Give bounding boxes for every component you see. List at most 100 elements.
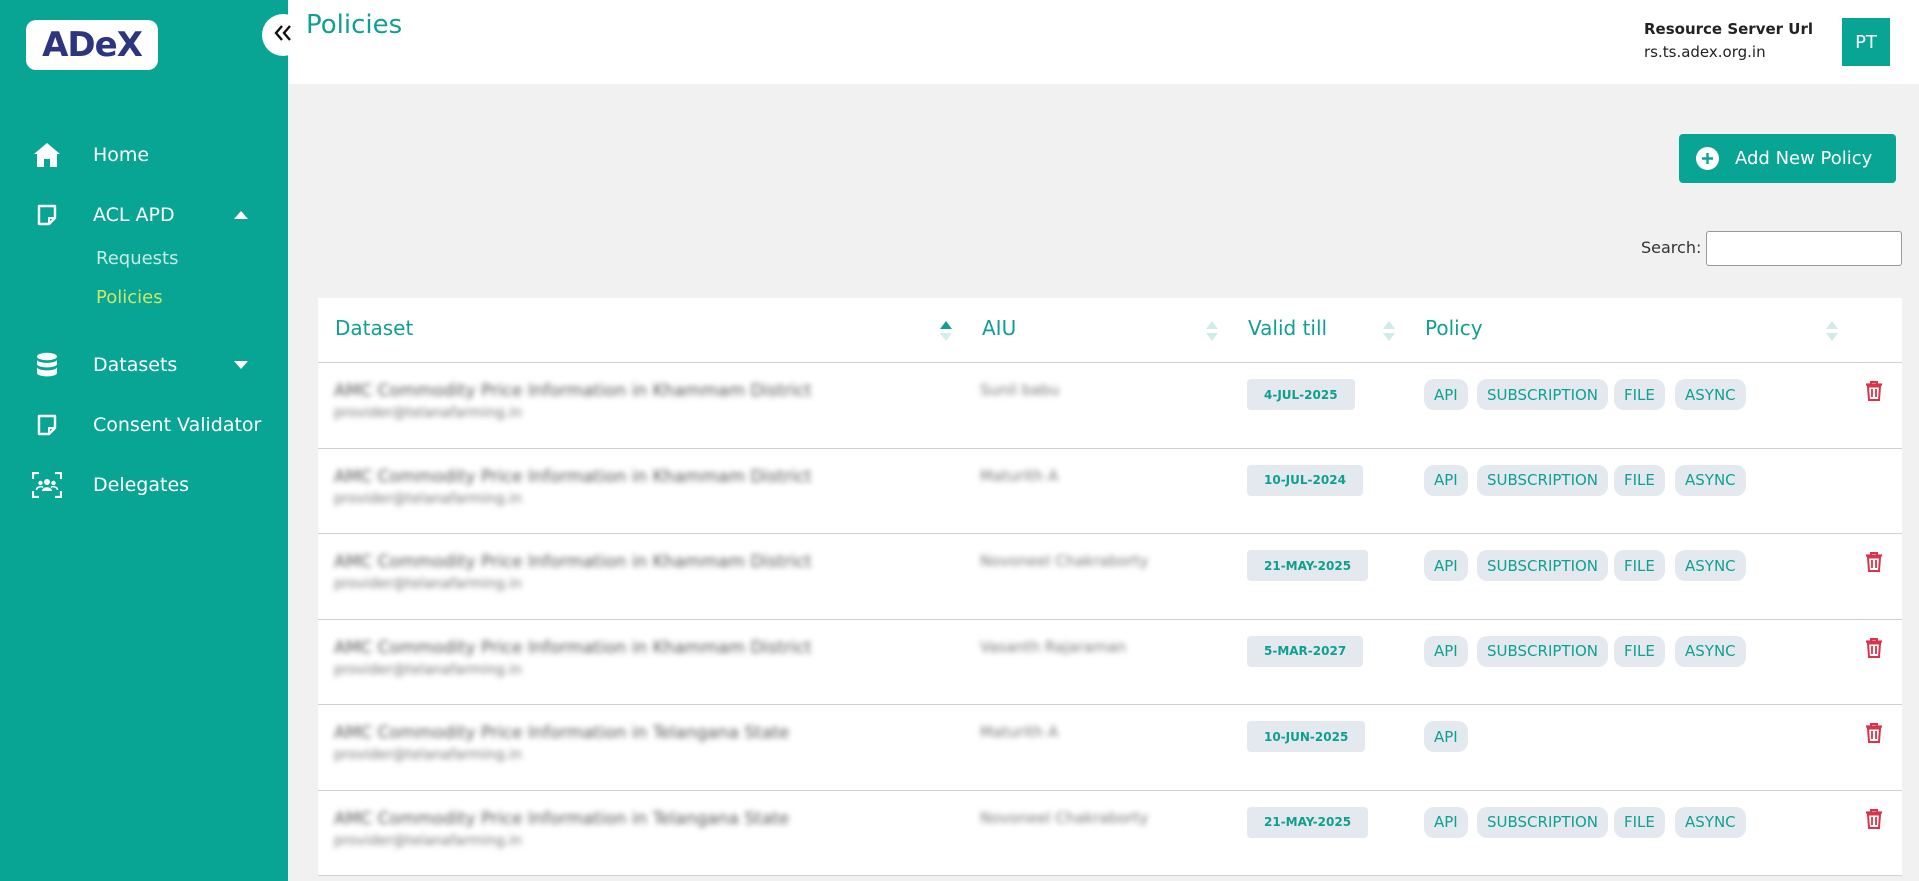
sidebar-item-home[interactable]: Home <box>0 135 288 175</box>
sort-asc-icon[interactable] <box>939 320 953 342</box>
page-title: Policies <box>306 10 403 40</box>
policy-badge: ASYNC <box>1675 550 1746 581</box>
sidebar-item-label: ACL APD <box>93 204 175 226</box>
valid-till-badge: 5-MAR-2027 <box>1247 635 1364 667</box>
plus-circle-icon <box>1696 147 1719 170</box>
note-icon <box>32 410 62 440</box>
dataset-name: AMC Commodity Price Information in Khamm… <box>334 381 812 401</box>
dataset-provider: provider@telanafarming.in <box>334 832 522 849</box>
trash-icon[interactable] <box>1865 723 1883 743</box>
search-label: Search: <box>1641 238 1702 257</box>
policy-badge: SUBSCRIPTION <box>1477 379 1609 410</box>
avatar[interactable]: PT <box>1842 18 1890 66</box>
aiu-name: Novoneel Chakraborty <box>980 552 1149 570</box>
sidebar-item-label: Consent Validator <box>93 414 262 436</box>
chevron-down-icon[interactable] <box>230 354 252 376</box>
policy-badge: ASYNC <box>1675 379 1746 410</box>
policy-badge: ASYNC <box>1675 635 1746 667</box>
dataset-name: AMC Commodity Price Information in Khamm… <box>334 466 812 487</box>
column-header-dataset[interactable]: Dataset <box>335 316 413 340</box>
sidebar-item-acl-apd[interactable]: ACL APD <box>0 195 288 235</box>
trash-icon[interactable] <box>1865 808 1883 829</box>
dataset-name: AMC Commodity Price Information in Telan… <box>334 723 790 743</box>
chevron-up-icon[interactable] <box>230 204 252 226</box>
column-header-aiu[interactable]: AIU <box>982 316 1016 340</box>
trash-icon[interactable] <box>1865 381 1883 401</box>
dataset-provider: provider@telanafarming.in <box>334 405 522 421</box>
table-row[interactable]: AMC Commodity Price Information in Khamm… <box>318 620 1902 705</box>
table-row[interactable]: AMC Commodity Price Information in Khamm… <box>318 363 1902 449</box>
trash-icon[interactable] <box>1865 552 1883 572</box>
sort-icon[interactable] <box>1205 320 1219 342</box>
policy-badge: FILE <box>1614 635 1665 667</box>
resource-server-url: rs.ts.adex.org.in <box>1644 43 1766 61</box>
note-icon <box>32 200 62 230</box>
policies-table: Dataset AIU Valid till Policy AMC Commod… <box>318 298 1902 876</box>
dataset-name: AMC Commodity Price Information in Telan… <box>334 808 790 829</box>
aiu-name: Maturith A <box>980 466 1059 485</box>
table-row[interactable]: AMC Commodity Price Information in Telan… <box>318 791 1902 876</box>
sidebar-subitem-policies[interactable]: Policies <box>96 287 163 308</box>
home-icon <box>32 140 62 170</box>
policy-badge: SUBSCRIPTION <box>1477 635 1609 667</box>
policy-badge: API <box>1424 464 1468 496</box>
sidebar-item-label: Home <box>93 144 150 166</box>
top-bar: Policies Resource Server Url rs.ts.adex.… <box>288 0 1919 84</box>
policy-badge: SUBSCRIPTION <box>1477 550 1609 581</box>
valid-till-badge: 10-JUL-2024 <box>1247 464 1363 496</box>
database-icon <box>32 350 62 380</box>
sidebar-item-label: Delegates <box>93 474 190 496</box>
valid-till-badge: 21-MAY-2025 <box>1247 806 1369 838</box>
valid-till-badge: 10-JUN-2025 <box>1247 721 1366 752</box>
sidebar: ADeX Home ACL APD Requests Policies Data… <box>0 0 288 881</box>
trash-icon[interactable] <box>1865 637 1883 658</box>
logo-text: ADeX <box>42 25 143 65</box>
policy-badge: FILE <box>1614 464 1665 496</box>
policy-badge: ASYNC <box>1675 806 1746 838</box>
aiu-name: Sunil babu <box>980 381 1060 399</box>
policy-badge: API <box>1424 550 1468 581</box>
column-header-valid-till[interactable]: Valid till <box>1248 316 1327 340</box>
table-header: Dataset AIU Valid till Policy <box>318 298 1902 363</box>
aiu-name: Novoneel Chakraborty <box>980 808 1149 827</box>
add-new-policy-label: Add New Policy <box>1735 148 1873 169</box>
adex-logo[interactable]: ADeX <box>26 20 158 70</box>
valid-till-badge: 4-JUL-2025 <box>1247 379 1355 410</box>
policy-badge: FILE <box>1614 806 1665 838</box>
dataset-provider: provider@telanafarming.in <box>334 661 522 678</box>
policy-badge: ASYNC <box>1675 464 1746 496</box>
double-chevron-left-icon <box>273 24 293 46</box>
column-header-policy[interactable]: Policy <box>1425 316 1483 340</box>
table-row[interactable]: AMC Commodity Price Information in Telan… <box>318 705 1902 791</box>
policy-badge: API <box>1424 721 1468 752</box>
sort-icon[interactable] <box>1382 320 1396 342</box>
table-row[interactable]: AMC Commodity Price Information in Khamm… <box>318 449 1902 534</box>
policy-badge: API <box>1424 806 1468 838</box>
dataset-provider: provider@telanafarming.in <box>334 490 522 507</box>
table-body: AMC Commodity Price Information in Khamm… <box>318 363 1902 876</box>
aiu-name: Vasanth Rajaraman <box>980 637 1127 656</box>
valid-till-badge: 21-MAY-2025 <box>1247 550 1369 581</box>
sidebar-item-consent-validator[interactable]: Consent Validator <box>0 405 288 445</box>
aiu-name: Maturith A <box>980 723 1059 741</box>
policy-badge: SUBSCRIPTION <box>1477 464 1609 496</box>
dataset-name: AMC Commodity Price Information in Khamm… <box>334 637 812 658</box>
sidebar-item-delegates[interactable]: Delegates <box>0 465 288 505</box>
collapse-sidebar-button[interactable] <box>262 14 304 56</box>
dataset-provider: provider@telanafarming.in <box>334 747 522 763</box>
sidebar-item-label: Datasets <box>93 354 178 376</box>
resource-server-label: Resource Server Url <box>1644 20 1813 38</box>
policy-badge: API <box>1424 379 1468 410</box>
search-input[interactable] <box>1706 231 1902 266</box>
dataset-name: AMC Commodity Price Information in Khamm… <box>334 552 812 572</box>
policy-badge: SUBSCRIPTION <box>1477 806 1609 838</box>
sort-icon[interactable] <box>1825 320 1839 342</box>
users-scan-icon <box>32 470 62 500</box>
sidebar-subitem-requests[interactable]: Requests <box>96 248 179 269</box>
table-row[interactable]: AMC Commodity Price Information in Khamm… <box>318 534 1902 620</box>
policy-badge: FILE <box>1614 379 1665 410</box>
add-new-policy-button[interactable]: Add New Policy <box>1679 134 1896 183</box>
policy-badge: FILE <box>1614 550 1665 581</box>
policy-badge: API <box>1424 635 1468 667</box>
sidebar-item-datasets[interactable]: Datasets <box>0 345 288 385</box>
